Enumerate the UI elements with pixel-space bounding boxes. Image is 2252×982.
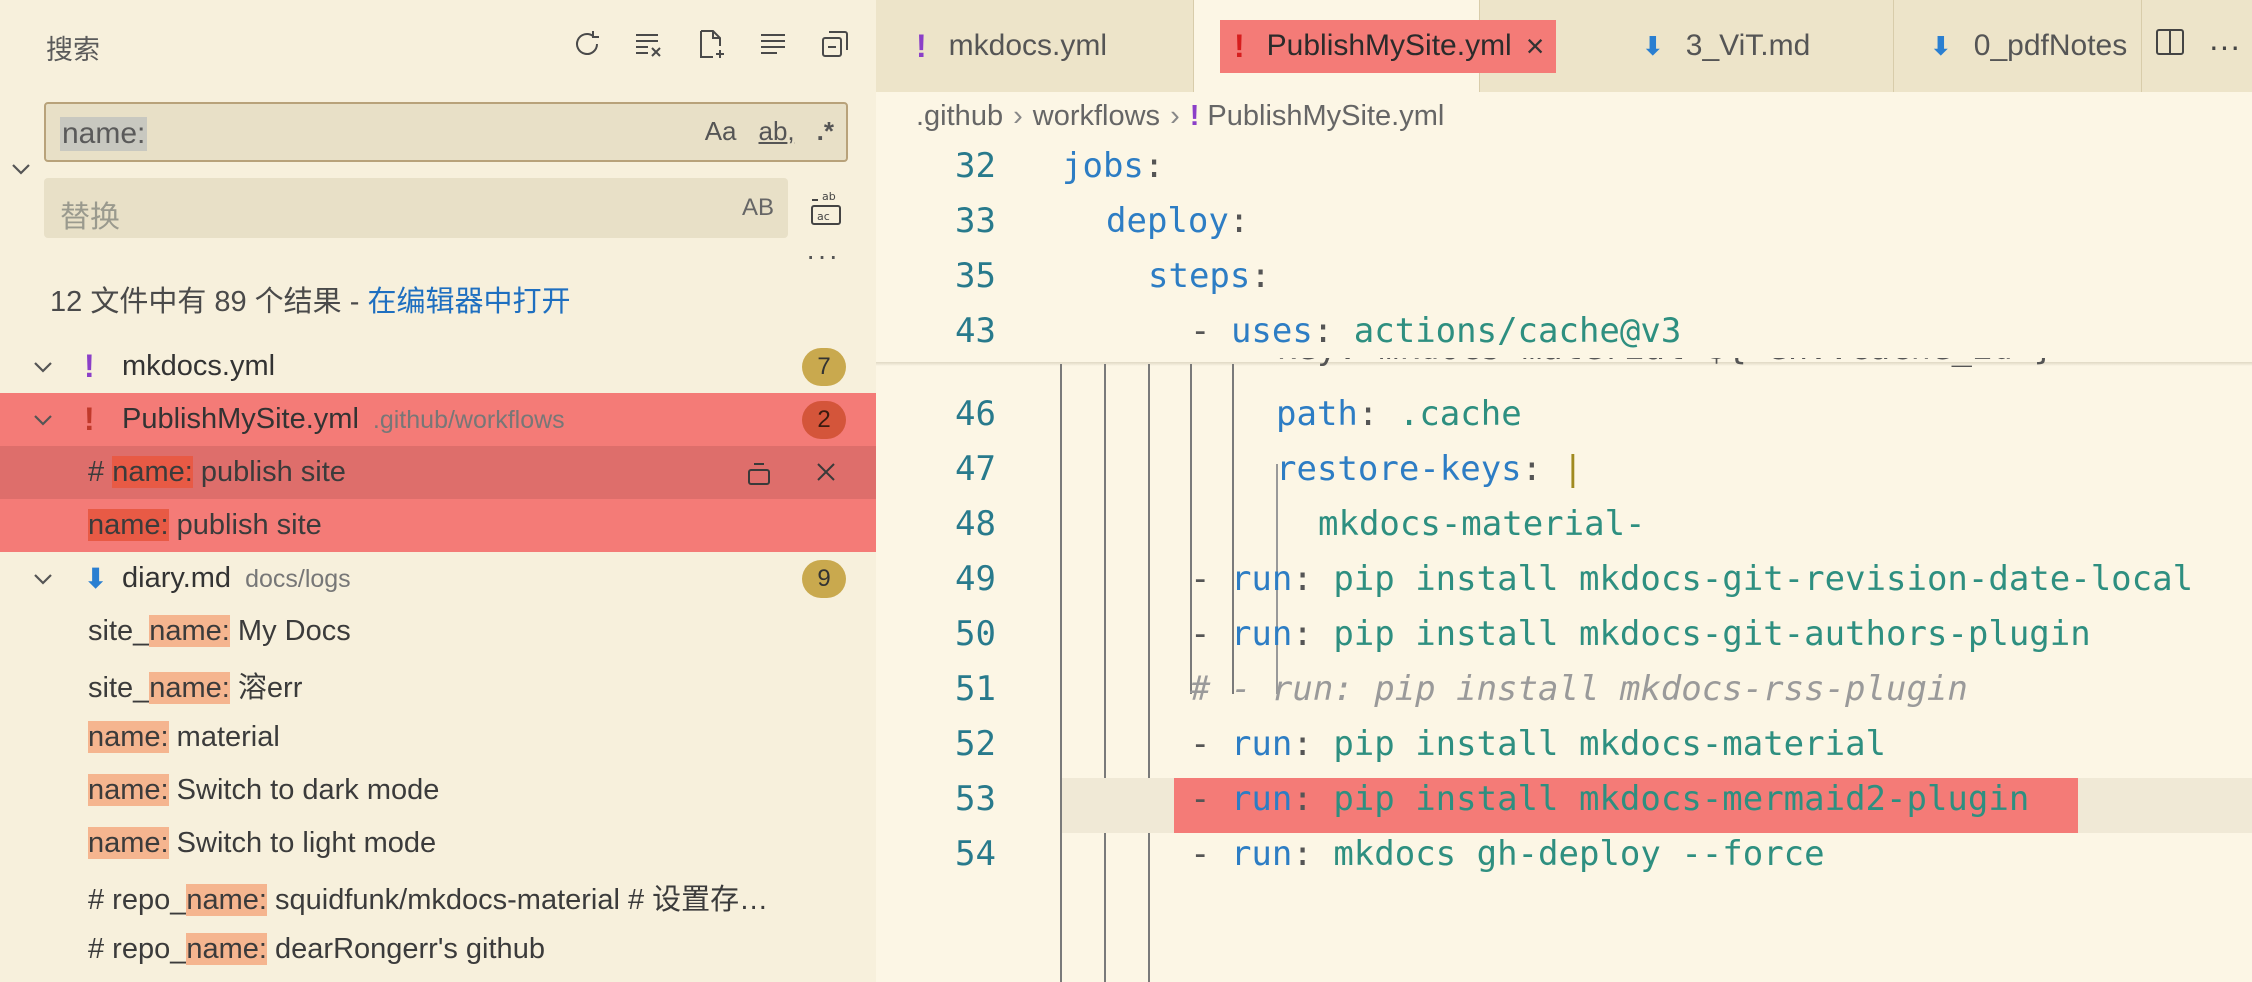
yaml-file-icon: ! xyxy=(84,348,95,384)
code-line: 50 - run: pip install mkdocs-git-authors… xyxy=(955,614,2091,654)
file-result-diary[interactable]: ⬇ diary.md docs/logs 9 xyxy=(0,552,876,605)
yaml-file-icon: ! xyxy=(84,401,95,437)
markdown-file-icon: ⬇ xyxy=(1930,30,1952,61)
file-path: docs/logs xyxy=(245,565,351,593)
list-item[interactable]: name: Switch to dark mode xyxy=(0,764,876,817)
tab-vit[interactable]: ⬇ 3_ViT.md xyxy=(1604,0,1894,92)
file-name: diary.md docs/logs xyxy=(122,562,351,594)
replace-input-placeholder: 替换 xyxy=(60,201,120,234)
match-whole-word-icon[interactable]: ab, xyxy=(759,116,795,147)
search-input-value: name: xyxy=(60,117,148,151)
open-in-editor-link[interactable]: 在编辑器中打开 xyxy=(367,286,570,318)
replace-all-icon[interactable]: ac ab xyxy=(808,188,844,228)
new-search-editor-icon[interactable] xyxy=(694,26,728,62)
code-line: 53 - run: pip install mkdocs-mermaid2-pl… xyxy=(955,779,2030,819)
chevron-right-icon: › xyxy=(1013,99,1023,132)
results-tree: ! mkdocs.yml 7 ! PublishMySite.yml .githu… xyxy=(0,340,876,976)
file-result-mkdocs[interactable]: ! mkdocs.yml 7 xyxy=(0,340,876,393)
match-count-badge: 9 xyxy=(802,560,846,598)
code-editor: ! mkdocs.yml ! PublishMySite.yml × ⬇ 3_V… xyxy=(876,0,2252,982)
refresh-icon[interactable] xyxy=(570,26,604,62)
match-count-badge: 2 xyxy=(802,401,846,439)
file-name: PublishMySite.yml .github/workflows xyxy=(122,403,565,435)
breadcrumb-item[interactable]: ! PublishMySite.yml xyxy=(1190,100,1445,133)
code-line: 49 - run: pip install mkdocs-git-revisio… xyxy=(955,559,2194,599)
sidebar-title: 搜索 xyxy=(46,35,100,65)
tab-pdfnotes[interactable]: ⬇ 0_pdfNotes xyxy=(1894,0,2142,92)
code-line: key: mkdocs-material-${ env.cache_id } xyxy=(876,358,2252,384)
yaml-file-icon: ! xyxy=(1234,27,1245,64)
close-icon[interactable] xyxy=(812,458,840,486)
chevron-down-icon[interactable] xyxy=(30,407,56,433)
markdown-file-icon: ⬇ xyxy=(84,563,108,594)
view-as-tree-icon[interactable] xyxy=(756,26,790,62)
results-summary: 12 文件中有 89 个结果 - 在编辑器中打开 xyxy=(50,286,571,318)
file-path: .github/workflows xyxy=(372,406,565,434)
code-line: 54 - run: mkdocs gh-deploy --force xyxy=(955,834,1825,874)
more-options-icon[interactable]: ··· xyxy=(806,240,840,272)
close-icon[interactable]: × xyxy=(1526,28,1545,65)
sidebar-actions xyxy=(570,26,852,62)
list-item[interactable]: # repo_name: dearRongerr's github xyxy=(0,923,876,976)
breadcrumb: .github › workflows › ! PublishMySite.yml xyxy=(916,96,1444,136)
code-line: 46 path: .cache xyxy=(955,394,1522,434)
code-line: 48 mkdocs-material- xyxy=(955,504,1646,544)
svg-text:ab: ab xyxy=(822,190,836,203)
yaml-file-icon: ! xyxy=(916,27,927,64)
tab-publishmysite[interactable]: ! PublishMySite.yml × xyxy=(1194,0,1557,92)
list-item[interactable]: name: Switch to light mode xyxy=(0,817,876,870)
more-actions-icon[interactable]: ··· xyxy=(2209,28,2241,65)
file-result-publishmysite[interactable]: ! PublishMySite.yml .github/workflows 2 xyxy=(0,393,876,446)
list-item[interactable]: # name: publish site xyxy=(0,446,876,499)
code-line: 32 jobs: xyxy=(955,146,1165,186)
code-line: 47 restore-keys: | xyxy=(955,449,1584,489)
match-case-icon[interactable]: Aa xyxy=(705,116,737,147)
code-line: 35 steps: xyxy=(955,256,1271,296)
breadcrumb-item[interactable]: workflows xyxy=(1033,100,1160,133)
editor-tools: ··· xyxy=(2142,0,2252,92)
code-line: 51 # - run: pip install mkdocs-rss-plugi… xyxy=(955,669,1968,709)
chevron-right-icon: › xyxy=(1170,99,1180,132)
markdown-file-icon: ⬇ xyxy=(1642,30,1664,61)
match-count-badge: 7 xyxy=(802,348,846,386)
tab-mkdocs[interactable]: ! mkdocs.yml xyxy=(876,0,1194,92)
use-regex-icon[interactable]: .* xyxy=(817,116,834,147)
breadcrumb-item[interactable]: .github xyxy=(916,100,1003,133)
list-item[interactable]: site_name: 溶err xyxy=(0,658,876,711)
yaml-file-icon: ! xyxy=(1189,99,1200,132)
preserve-case-icon[interactable]: AB xyxy=(742,194,774,222)
chevron-down-icon[interactable] xyxy=(30,566,56,592)
code-line: 52 - run: pip install mkdocs-material xyxy=(955,724,1887,764)
svg-text:ac: ac xyxy=(817,210,830,223)
list-item[interactable]: name: material xyxy=(0,711,876,764)
search-input[interactable]: name: Aa ab, .* xyxy=(44,102,848,162)
file-name: mkdocs.yml xyxy=(122,350,276,382)
code-line: 33 deploy: xyxy=(955,201,1250,241)
list-item[interactable]: site_name: My Docs xyxy=(0,605,876,658)
collapse-all-icon[interactable] xyxy=(818,26,852,62)
clear-results-icon[interactable] xyxy=(632,26,666,62)
chevron-down-icon[interactable] xyxy=(30,354,56,380)
list-item[interactable]: # repo_name: squidfunk/mkdocs-material #… xyxy=(0,870,876,923)
editor-tabs: ! mkdocs.yml ! PublishMySite.yml × ⬇ 3_V… xyxy=(876,0,2252,92)
replace-input[interactable]: 替换 AB xyxy=(44,178,788,238)
toggle-replace-chevron-icon[interactable] xyxy=(8,156,34,182)
search-sidebar: 搜索 name: Aa ab, .* 替换 AB ac ab ··· 12 文件… xyxy=(0,0,876,982)
replace-icon[interactable] xyxy=(746,458,774,486)
list-item[interactable]: name: publish site xyxy=(0,499,876,552)
split-editor-icon[interactable] xyxy=(2154,26,2186,66)
